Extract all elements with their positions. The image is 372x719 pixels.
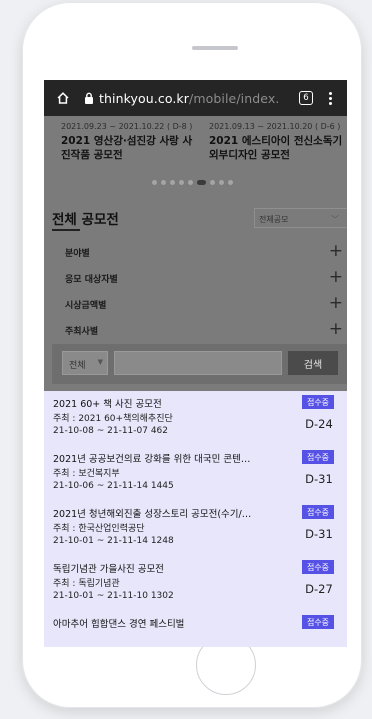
- contest-host: 주최 : 보건복지부: [53, 469, 120, 479]
- list-item[interactable]: 독립기념관 가을사진 공모전 주최 : 독립기념관 21-10-01 ~ 21-…: [44, 556, 347, 608]
- page-dot[interactable]: [188, 180, 193, 185]
- dday-label: D-24: [305, 417, 333, 431]
- phone-screen: thinkyou.co.kr/mobile/index. 6 2021.09.2…: [44, 80, 347, 647]
- filter-prize[interactable]: 시상금액별 +: [52, 292, 347, 315]
- plus-icon: +: [328, 293, 343, 313]
- card-title: 2021 에스티아이 전신소독기 외부디자인 공모전: [209, 135, 343, 161]
- contest-host: 주최 : 한국산업인력공단: [53, 524, 145, 534]
- card-title: 2021 영산강·섬진강 사랑 사진작품 공모전: [61, 135, 193, 161]
- page-dot-active[interactable]: [197, 180, 206, 185]
- page-dot[interactable]: [161, 180, 166, 185]
- page-dot[interactable]: [228, 180, 233, 185]
- filter-label: 주최사별: [65, 327, 99, 337]
- filter-label: 분야별: [65, 249, 90, 259]
- status-badge: 접수중: [302, 450, 334, 464]
- contest-meta: 21-10-08 ~ 21-11-07 462: [53, 426, 169, 436]
- contest-title[interactable]: 2021년 공공보건의료 강화를 위한 대국민 콘텐…: [53, 451, 279, 465]
- filter-label: 응모 대상자별: [65, 275, 118, 285]
- section-title: 전체 공모전: [52, 212, 119, 228]
- contest-host: 주최 : 2021 60+책의해추진단: [53, 414, 173, 424]
- page-dot[interactable]: [179, 180, 184, 185]
- dday-label: D-31: [305, 472, 333, 486]
- more-menu-icon[interactable]: [329, 91, 332, 105]
- page-dot[interactable]: [219, 180, 224, 185]
- contest-meta: 21-10-06 ~ 21-11-14 1445: [53, 481, 174, 491]
- search-input[interactable]: [114, 351, 282, 375]
- contest-title[interactable]: 독립기념관 가을사진 공모전: [53, 561, 279, 575]
- contest-title[interactable]: 2021년 청년해외진출 성장스토리 공모전(수기/…: [53, 506, 279, 520]
- contest-type-select[interactable]: 전체공모 ﹀: [254, 208, 347, 228]
- list-item[interactable]: 아마추어 힙합댄스 경연 페스티벌 접수중: [44, 611, 347, 647]
- list-item[interactable]: 2021 60+ 책 사진 공모전 주최 : 2021 60+책의해추진단 21…: [44, 391, 347, 443]
- scope-value: 전체: [69, 361, 86, 371]
- status-badge: 접수중: [302, 560, 334, 574]
- search-scope-select[interactable]: 전체 ▼: [62, 351, 108, 375]
- plus-icon: +: [328, 241, 343, 261]
- card-date: 2021.09.23 ~ 2021.10.22 ( D-8 ): [61, 122, 193, 131]
- page-dot[interactable]: [152, 180, 157, 185]
- contest-title[interactable]: 2021 60+ 책 사진 공모전: [53, 396, 279, 410]
- browser-bar: thinkyou.co.kr/mobile/index. 6: [44, 80, 347, 116]
- search-button[interactable]: 검색: [288, 351, 338, 375]
- contest-host: 주최 : 독립기념관: [53, 579, 120, 589]
- plus-icon: +: [328, 319, 343, 339]
- status-badge: 접수중: [302, 615, 334, 629]
- card-date: 2021.09.13 ~ 2021.10.20 ( D-6 ): [209, 122, 341, 131]
- page-dot[interactable]: [210, 180, 215, 185]
- carousel-pagination: [152, 180, 233, 185]
- status-badge: 접수중: [302, 395, 334, 409]
- page-content: 2021.09.23 ~ 2021.10.22 ( D-8 ) 2021 영산강…: [44, 116, 347, 647]
- filter-target[interactable]: 응모 대상자별 +: [52, 266, 347, 289]
- filter-label: 시상금액별: [65, 301, 107, 311]
- tab-count-button[interactable]: 6: [299, 91, 313, 105]
- lock-icon: [85, 92, 93, 104]
- select-value: 전체공모: [259, 215, 289, 224]
- page-dot[interactable]: [170, 180, 175, 185]
- dday-label: D-31: [305, 527, 333, 541]
- dim-overlay: 2021.09.23 ~ 2021.10.22 ( D-8 ) 2021 영산강…: [44, 116, 347, 391]
- url-path: /mobile/index.: [189, 90, 280, 106]
- url-domain: thinkyou.co.kr: [99, 90, 190, 106]
- carousel-card[interactable]: 2021.09.13 ~ 2021.10.20 ( D-6 ) 2021 에스티…: [209, 122, 347, 162]
- list-item[interactable]: 2021년 청년해외진출 성장스토리 공모전(수기/… 주최 : 한국산업인력공…: [44, 501, 347, 553]
- search-row: 전체 ▼ 검색: [52, 344, 347, 384]
- plus-icon: +: [328, 267, 343, 287]
- dday-label: D-27: [305, 582, 333, 596]
- chevron-down-icon: ▼: [97, 358, 103, 366]
- home-icon[interactable]: [56, 91, 70, 105]
- section-underline: [52, 229, 80, 231]
- status-badge: 접수중: [302, 505, 334, 519]
- filter-category[interactable]: 분야별 +: [52, 240, 347, 263]
- chevron-down-icon: ﹀: [331, 215, 339, 224]
- filter-host[interactable]: 주최사별 +: [52, 318, 347, 341]
- phone-speaker: [192, 46, 238, 50]
- contest-title[interactable]: 아마추어 힙합댄스 경연 페스티벌: [53, 616, 279, 630]
- contest-list: 2021 60+ 책 사진 공모전 주최 : 2021 60+책의해추진단 21…: [44, 391, 347, 647]
- list-item[interactable]: 2021년 공공보건의료 강화를 위한 대국민 콘텐… 주최 : 보건복지부 2…: [44, 446, 347, 498]
- carousel-card[interactable]: 2021.09.23 ~ 2021.10.22 ( D-8 ) 2021 영산강…: [61, 122, 201, 162]
- contest-meta: 21-10-01 ~ 21-11-14 1248: [53, 536, 174, 546]
- contest-meta: 21-10-01 ~ 21-11-10 1302: [53, 591, 174, 601]
- address-bar[interactable]: thinkyou.co.kr/mobile/index.: [99, 91, 295, 106]
